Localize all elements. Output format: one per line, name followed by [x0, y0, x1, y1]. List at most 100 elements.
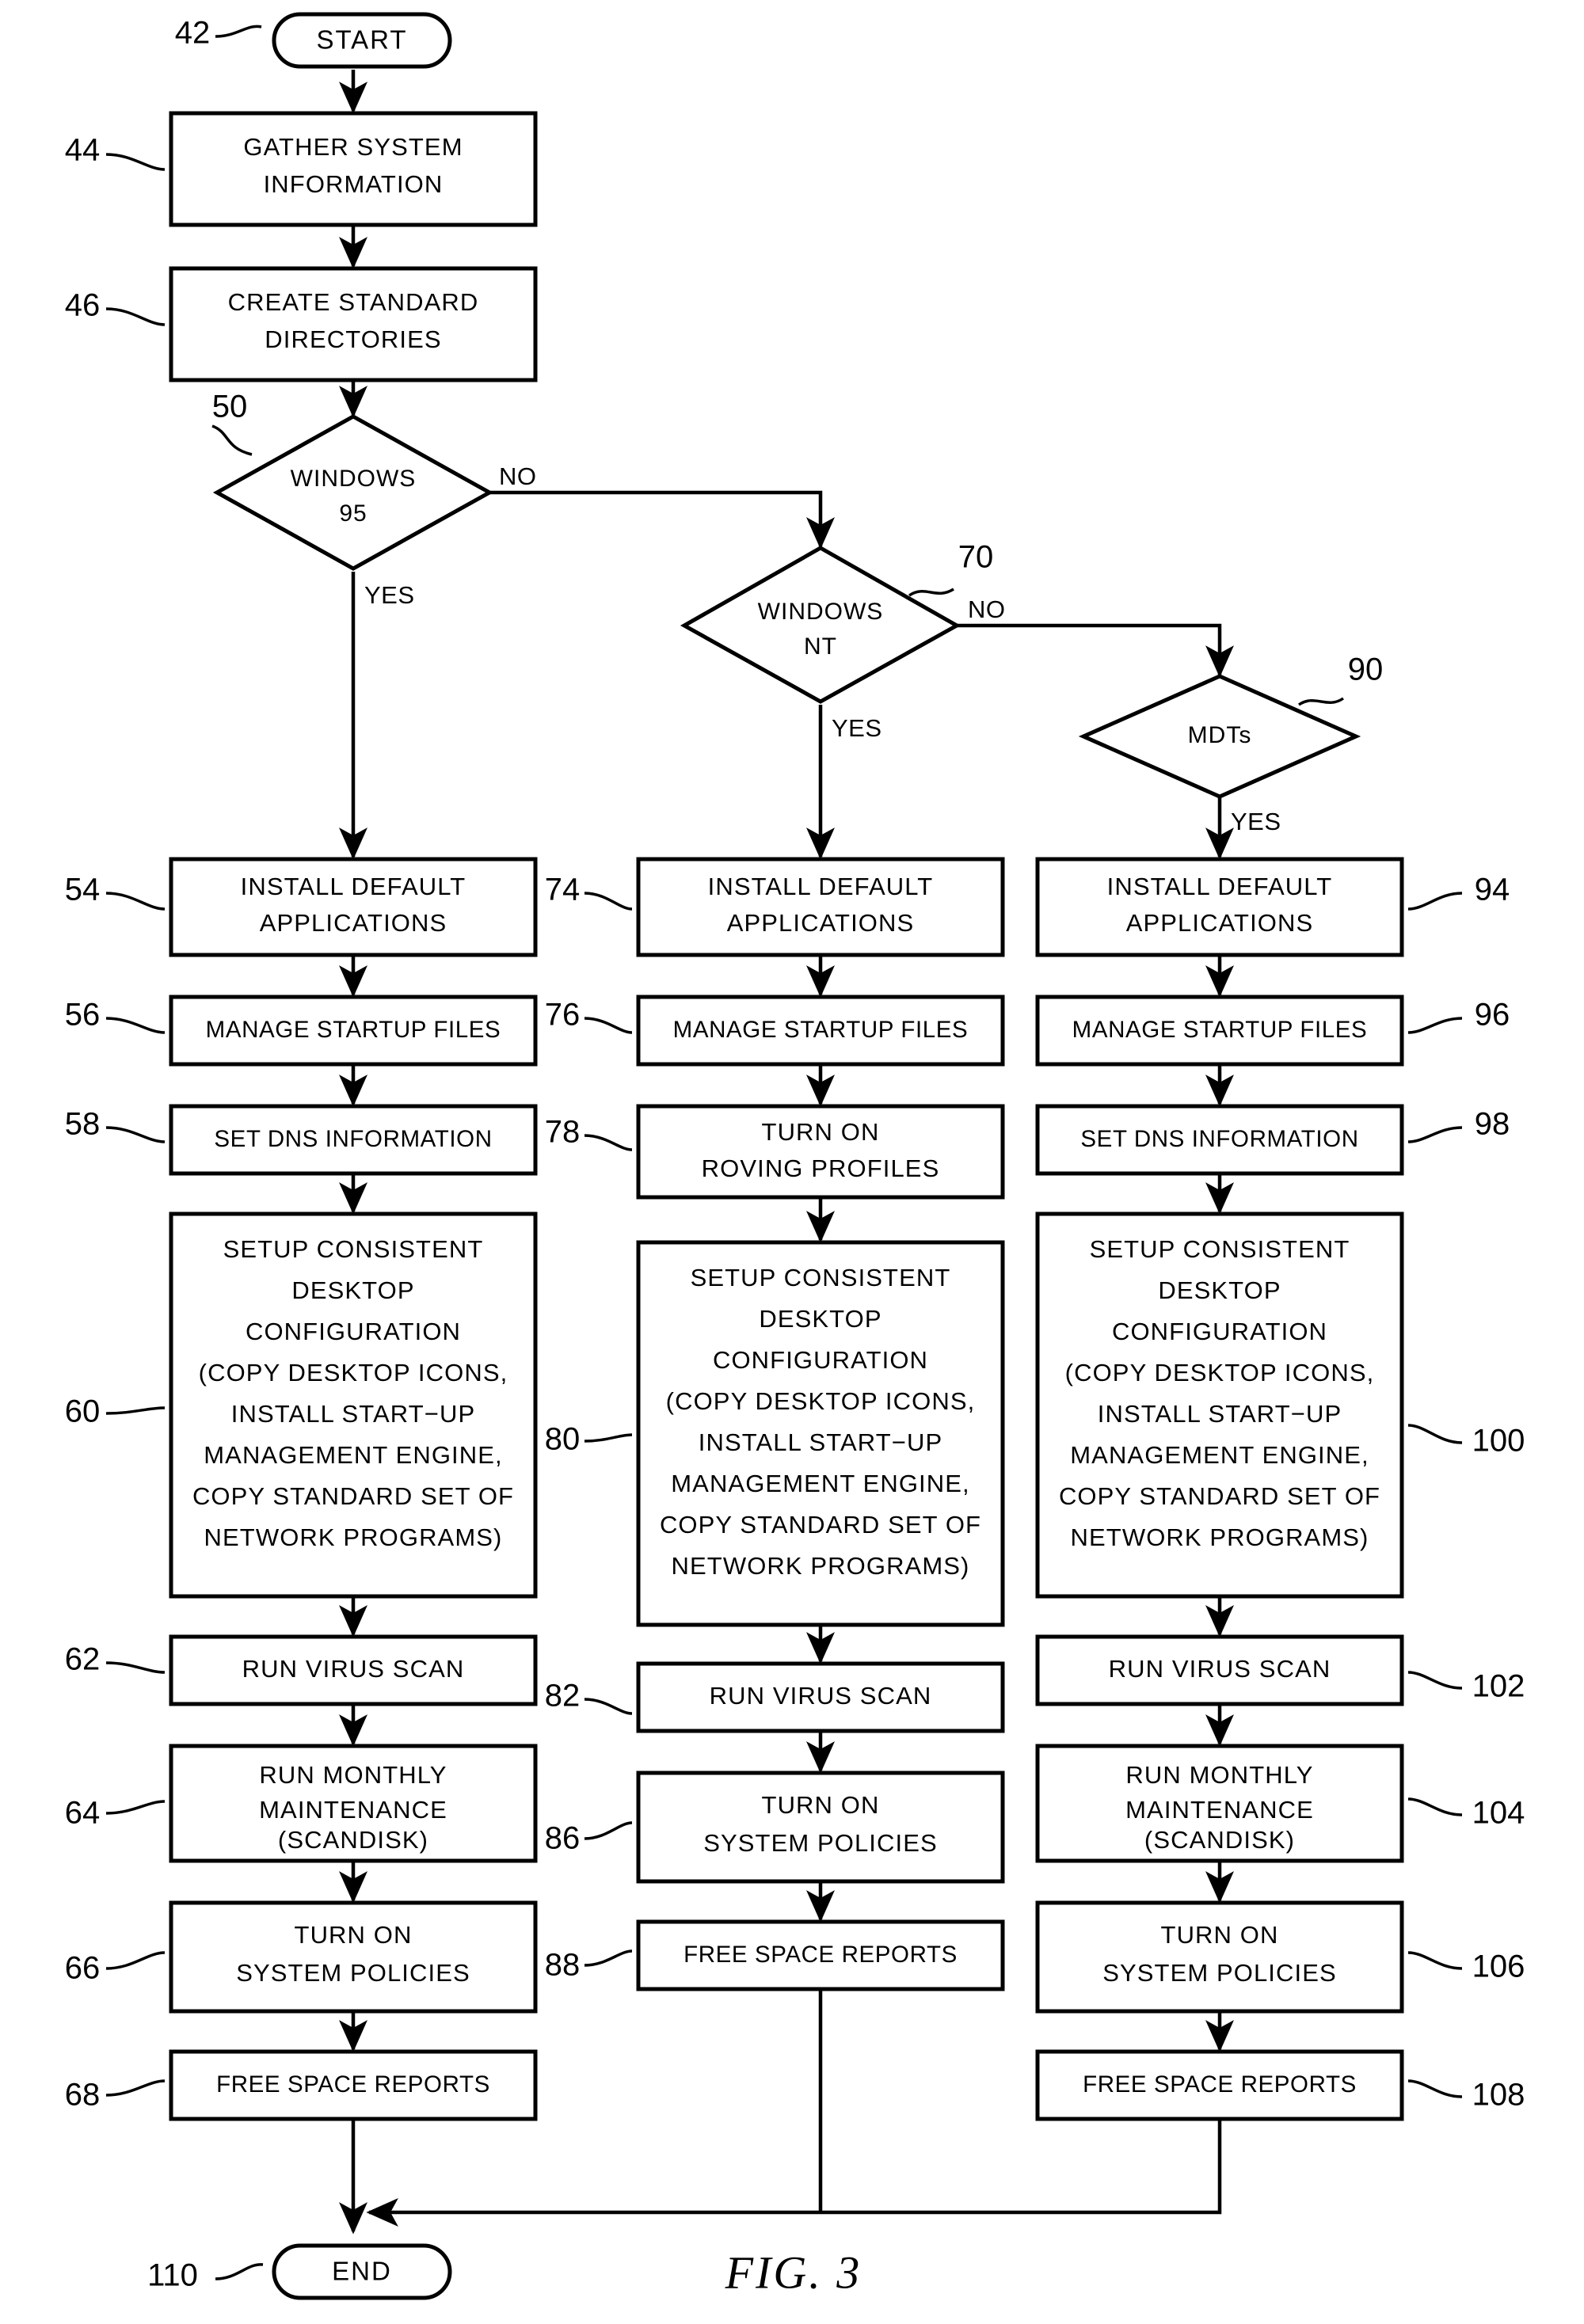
ref-number-54: 54	[65, 873, 101, 907]
end-label: END	[332, 2257, 392, 2286]
box-100-line-8: NETWORK PROGRAMS)	[1071, 1523, 1369, 1551]
ref-number-68: 68	[65, 2078, 101, 2113]
box-80-line-3: CONFIGURATION	[713, 1346, 928, 1374]
box-100-line-5: INSTALL START−UP	[1098, 1400, 1342, 1428]
step-box-46: CREATE STANDARD DIRECTORIES	[169, 266, 538, 382]
box-60-line-5: INSTALL START−UP	[231, 1400, 475, 1428]
diamond-70-line-1: WINDOWS	[758, 599, 884, 625]
diamond-90-line-1: MDTs	[1188, 722, 1252, 748]
box-88-line-1: FREE SPACE REPORTS	[683, 1942, 958, 1968]
end-terminator: END	[272, 2243, 452, 2300]
ref-number-82: 82	[545, 1679, 581, 1714]
box-98-line-1: SET DNS INFORMATION	[1080, 1126, 1358, 1152]
box-80-line-1: SETUP CONSISTENT	[691, 1264, 951, 1291]
ref-number-102: 102	[1472, 1669, 1525, 1704]
box-104-line-2: MAINTENANCE	[1125, 1796, 1314, 1824]
ref-number-98: 98	[1475, 1107, 1510, 1142]
diamond-50-line-2: 95	[339, 500, 367, 527]
box-80-line-5: INSTALL START−UP	[699, 1428, 942, 1456]
ref-number-76: 76	[545, 998, 581, 1033]
step-box-54: INSTALL DEFAULT APPLICATIONS	[169, 857, 538, 957]
box-74-line-1: INSTALL DEFAULT	[708, 873, 934, 900]
ref-number-66: 66	[65, 1951, 101, 1986]
box-54-line-1: INSTALL DEFAULT	[241, 873, 466, 900]
ref-number-86: 86	[545, 1821, 581, 1856]
box-66-line-2: SYSTEM POLICIES	[236, 1959, 470, 1987]
step-box-68: FREE SPACE REPORTS	[169, 2049, 538, 2121]
step-box-108: FREE SPACE REPORTS	[1035, 2049, 1404, 2121]
box-60-line-7: COPY STANDARD SET OF	[192, 1482, 514, 1510]
step-box-58: SET DNS INFORMATION	[169, 1104, 538, 1176]
step-box-66: TURN ON SYSTEM POLICIES	[169, 1900, 538, 2014]
ref-number-44: 44	[65, 133, 101, 168]
step-box-60: SETUP CONSISTENT DESKTOP CONFIGURATION (…	[169, 1211, 538, 1599]
step-box-96: MANAGE STARTUP FILES	[1035, 995, 1404, 1067]
box-80-line-7: COPY STANDARD SET OF	[660, 1511, 981, 1539]
box-100-line-2: DESKTOP	[1158, 1276, 1281, 1304]
box-66-line-1: TURN ON	[295, 1921, 413, 1949]
box-76-line-1: MANAGE STARTUP FILES	[673, 1017, 969, 1043]
step-box-62: RUN VIRUS SCAN	[169, 1634, 538, 1706]
ref-number-90: 90	[1348, 652, 1384, 687]
box-82-line-1: RUN VIRUS SCAN	[710, 1682, 932, 1710]
ref-number-74: 74	[545, 873, 581, 907]
ref-number-62: 62	[65, 1642, 101, 1677]
box-60-line-4: (COPY DESKTOP ICONS,	[199, 1359, 508, 1386]
box-60-line-8: NETWORK PROGRAMS)	[204, 1523, 503, 1551]
box-56-line-1: MANAGE STARTUP FILES	[206, 1017, 501, 1043]
box-74-line-2: APPLICATIONS	[727, 909, 915, 937]
diamond-50-line-1: WINDOWS	[291, 466, 417, 492]
step-box-100: SETUP CONSISTENT DESKTOP CONFIGURATION (…	[1035, 1211, 1404, 1599]
box-shape-44	[169, 111, 538, 227]
box-shape-86	[636, 1771, 1005, 1884]
box-60-line-2: DESKTOP	[291, 1276, 414, 1304]
start-label: START	[316, 25, 407, 55]
step-box-98: SET DNS INFORMATION	[1035, 1104, 1404, 1176]
step-box-56: MANAGE STARTUP FILES	[169, 995, 538, 1067]
step-box-64: RUN MONTHLY MAINTENANCE (SCANDISK)	[169, 1744, 538, 1863]
box-54-line-2: APPLICATIONS	[260, 909, 447, 937]
ref-number-106: 106	[1472, 1949, 1525, 1984]
step-box-102: RUN VIRUS SCAN	[1035, 1634, 1404, 1706]
box-64-line-3: (SCANDISK)	[278, 1826, 428, 1854]
edge-label-50-yes: YES	[364, 581, 415, 609]
ref-number-96: 96	[1475, 998, 1510, 1033]
box-102-line-1: RUN VIRUS SCAN	[1109, 1655, 1331, 1683]
start-terminator: START	[272, 12, 452, 69]
box-104-line-1: RUN MONTHLY	[1125, 1761, 1313, 1789]
box-shape-106	[1035, 1900, 1404, 2014]
box-44-line-1: GATHER SYSTEM	[243, 133, 463, 161]
patent-figure: START 42 GATHER SYSTEM INFORMATION 44 CR…	[0, 0, 1584, 2324]
box-80-line-2: DESKTOP	[759, 1305, 881, 1333]
box-shape-66	[169, 1900, 538, 2014]
ref-number-108: 108	[1472, 2078, 1525, 2113]
box-108-line-1: FREE SPACE REPORTS	[1083, 2071, 1357, 2098]
edge-label-70-no: NO	[968, 595, 1006, 623]
box-46-line-1: CREATE STANDARD	[228, 288, 479, 316]
step-box-86: TURN ON SYSTEM POLICIES	[636, 1771, 1005, 1884]
ref-number-50: 50	[212, 390, 248, 424]
step-box-80: SETUP CONSISTENT DESKTOP CONFIGURATION (…	[636, 1240, 1005, 1627]
box-106-line-2: SYSTEM POLICIES	[1102, 1959, 1337, 1987]
step-box-74: INSTALL DEFAULT APPLICATIONS	[636, 857, 1005, 957]
box-60-line-6: MANAGEMENT ENGINE,	[204, 1441, 503, 1469]
ref-number-88: 88	[545, 1948, 581, 1983]
step-box-104: RUN MONTHLY MAINTENANCE (SCANDISK)	[1035, 1744, 1404, 1863]
box-62-line-1: RUN VIRUS SCAN	[242, 1655, 465, 1683]
diamond-70-line-2: NT	[804, 633, 837, 660]
ref-number-110: 110	[147, 2258, 198, 2293]
ref-number-80: 80	[545, 1422, 581, 1457]
box-86-line-1: TURN ON	[762, 1791, 880, 1819]
step-box-82: RUN VIRUS SCAN	[636, 1661, 1005, 1733]
box-78-line-1: TURN ON	[762, 1118, 880, 1146]
step-box-88: FREE SPACE REPORTS	[636, 1919, 1005, 1991]
box-100-line-6: MANAGEMENT ENGINE,	[1070, 1441, 1369, 1469]
ref-number-56: 56	[65, 998, 101, 1033]
box-78-line-2: ROVING PROFILES	[702, 1154, 940, 1182]
box-100-line-3: CONFIGURATION	[1112, 1318, 1327, 1345]
ref-number-46: 46	[65, 288, 101, 323]
box-86-line-2: SYSTEM POLICIES	[703, 1829, 938, 1857]
box-64-line-2: MAINTENANCE	[259, 1796, 447, 1824]
ref-number-94: 94	[1475, 873, 1510, 907]
ref-number-42: 42	[175, 16, 211, 51]
